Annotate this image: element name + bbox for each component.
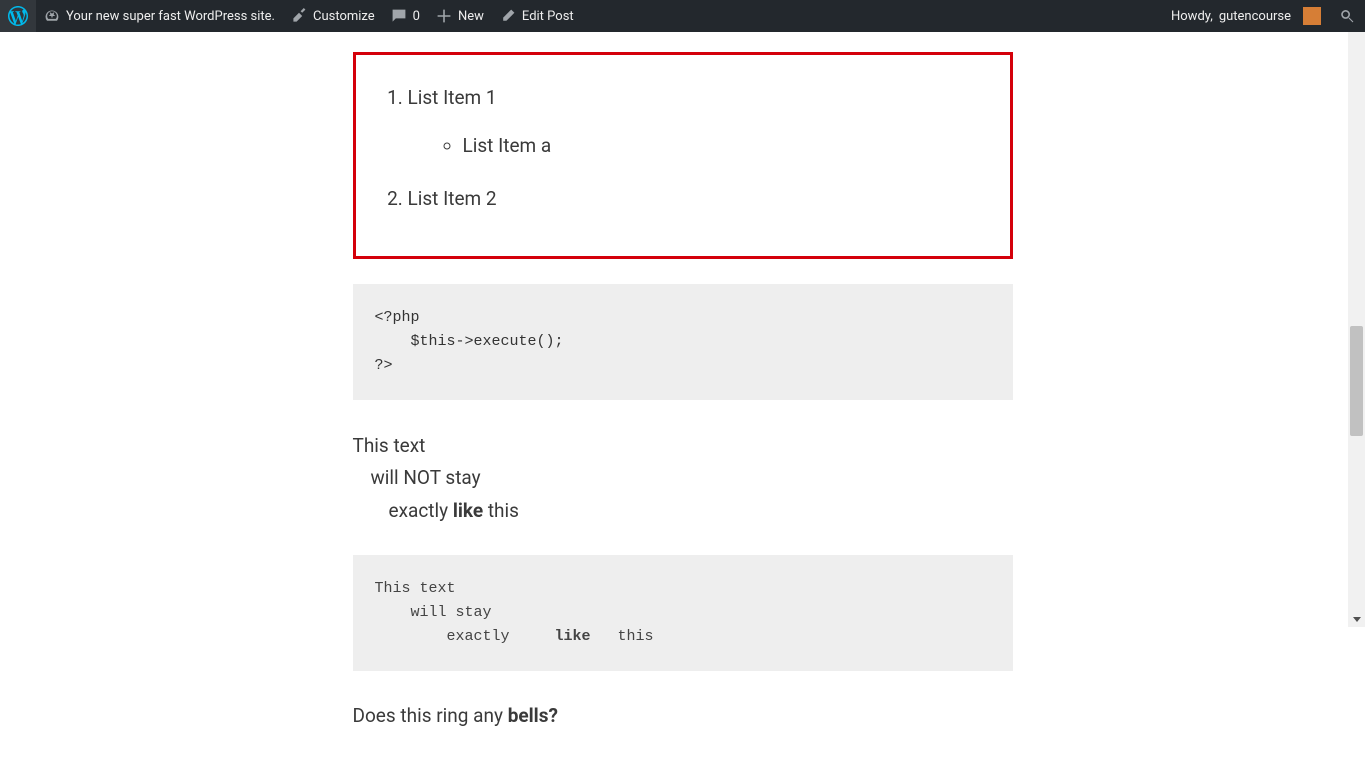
- comment-icon: [391, 8, 407, 24]
- site-title-text: Your new super fast WordPress site.: [66, 9, 275, 24]
- edit-post-link[interactable]: Edit Post: [492, 0, 582, 32]
- selected-list-block[interactable]: List Item 1 List Item a List Item 2: [353, 52, 1013, 259]
- list-item-text: List Item 1: [408, 86, 497, 109]
- new-content-link[interactable]: New: [428, 0, 492, 32]
- comments-link[interactable]: 0: [383, 0, 428, 32]
- avatar: [1303, 7, 1321, 25]
- site-name-link[interactable]: Your new super fast WordPress site.: [36, 0, 283, 32]
- wp-admin-bar: Your new super fast WordPress site. Cust…: [0, 0, 1365, 32]
- comments-count: 0: [413, 9, 420, 24]
- list-item: List Item 1 List Item a: [408, 83, 986, 162]
- paragraph-bold: bells?: [508, 704, 558, 727]
- code-block: <?php $this->execute(); ?>: [353, 284, 1013, 400]
- my-account-link[interactable]: Howdy, gutencourse: [1163, 0, 1329, 32]
- dashboard-icon: [44, 8, 60, 24]
- list-item: List Item a: [463, 131, 986, 161]
- ordered-list: List Item 1 List Item a List Item 2: [380, 83, 986, 214]
- admin-bar-left: Your new super fast WordPress site. Cust…: [0, 0, 582, 32]
- pencil-icon: [500, 8, 516, 24]
- paragraph-text: Does this ring any: [353, 704, 508, 727]
- post-content: List Item 1 List Item a List Item 2 <?ph…: [343, 32, 1023, 771]
- nested-unordered-list: List Item a: [408, 131, 986, 161]
- edit-post-label: Edit Post: [522, 9, 574, 24]
- scroll-down-arrow[interactable]: [1348, 610, 1365, 627]
- admin-bar-right: Howdy, gutencourse: [1163, 0, 1365, 32]
- wp-logo[interactable]: [0, 0, 36, 32]
- paragraph-line: exactly like this: [353, 495, 1013, 527]
- preformatted-block: This text will stay exactly like this: [353, 555, 1013, 671]
- paragraph-block: Does this ring any bells?: [353, 701, 1013, 731]
- paragraph-line: This text: [353, 434, 426, 457]
- scroll-thumb[interactable]: [1350, 326, 1363, 436]
- howdy-prefix: Howdy,: [1171, 9, 1213, 24]
- plus-icon: [436, 8, 452, 24]
- paintbrush-icon: [291, 8, 307, 24]
- new-label: New: [458, 9, 484, 24]
- paragraph-block: This text will NOT stay exactly like thi…: [353, 430, 1013, 527]
- admin-search-toggle[interactable]: [1329, 0, 1365, 32]
- list-item: List Item 2: [408, 184, 986, 214]
- wordpress-icon: [8, 6, 28, 26]
- username: gutencourse: [1219, 9, 1291, 24]
- vertical-scrollbar[interactable]: [1348, 0, 1365, 627]
- customize-label: Customize: [313, 9, 375, 24]
- paragraph-line: will NOT stay: [353, 462, 1013, 494]
- customize-link[interactable]: Customize: [283, 0, 383, 32]
- search-icon: [1339, 8, 1355, 24]
